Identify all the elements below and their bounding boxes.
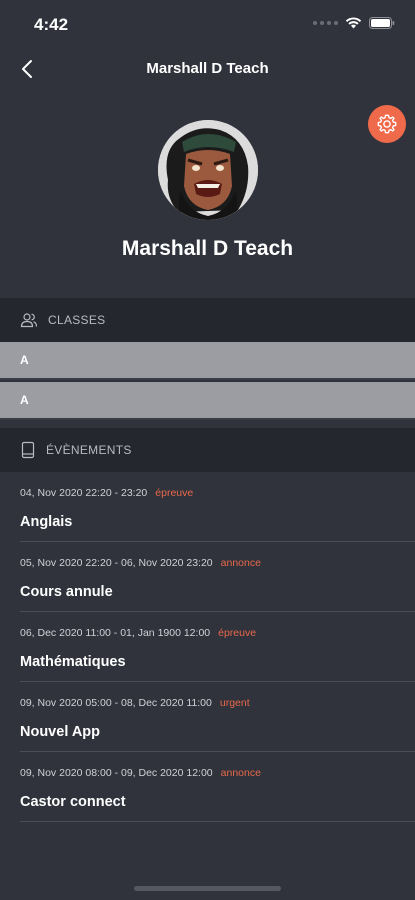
event-meta: 04, Nov 2020 22:20 - 23:20 épreuve [20,487,193,499]
cellular-dots-icon [313,21,338,25]
status-bar: 4:42 [0,0,415,50]
profile-screen: 4:42 Marshall D Teach Marshall D Teach C… [0,0,415,900]
class-item[interactable]: A [0,382,415,420]
event-date: 09, Nov 2020 08:00 - 09, Dec 2020 12:00 [20,767,213,779]
class-item-label: A [20,393,29,407]
events-section-header: ÉVÈNEMENTS [0,428,415,472]
event-item[interactable]: 05, Nov 2020 22:20 - 06, Nov 2020 23:20 a… [20,542,415,612]
users-icon [20,313,38,328]
wifi-icon [345,17,362,29]
event-title: Mathématiques [20,654,126,670]
classes-section-title: CLASSES [48,313,106,327]
event-tag: épreuve [155,487,194,499]
event-meta: 05, Nov 2020 22:20 - 06, Nov 2020 23:20 a… [20,557,261,569]
battery-icon [369,17,395,29]
profile-avatar [158,120,258,220]
event-tag: épreuve [218,627,257,639]
event-meta: 09, Nov 2020 05:00 - 08, Dec 2020 11:00 u… [20,697,250,709]
classes-section-header: CLASSES [0,298,415,342]
event-item[interactable]: 09, Nov 2020 05:00 - 08, Dec 2020 11:00 u… [20,682,415,752]
event-item[interactable]: 04, Nov 2020 22:20 - 23:20 épreuve Anglai… [20,472,415,542]
events-list: 04, Nov 2020 22:20 - 23:20 épreuve Anglai… [0,472,415,822]
nav-bar: Marshall D Teach [0,50,415,90]
event-title: Castor connect [20,794,126,810]
event-date: 06, Dec 2020 11:00 - 01, Jan 1900 12:00 [20,627,211,639]
event-title: Cours annule [20,584,113,600]
home-indicator[interactable] [134,886,281,891]
event-tag: urgent [219,697,250,709]
event-date: 05, Nov 2020 22:20 - 06, Nov 2020 23:20 [20,557,213,569]
event-meta: 06, Dec 2020 11:00 - 01, Jan 1900 12:00 é… [20,627,256,639]
nav-title: Marshall D Teach [146,60,269,77]
event-item[interactable]: 09, Nov 2020 08:00 - 09, Dec 2020 12:00 a… [20,752,415,822]
settings-button[interactable] [368,105,406,143]
class-item-label: A [20,353,29,367]
event-tag: annonce [220,557,261,569]
event-item[interactable]: 06, Dec 2020 11:00 - 01, Jan 1900 12:00 é… [20,612,415,682]
event-date: 04, Nov 2020 22:20 - 23:20 [20,487,148,499]
class-item[interactable]: A [0,342,415,380]
profile-name: Marshall D Teach [121,237,294,260]
event-meta: 09, Nov 2020 08:00 - 09, Dec 2020 12:00 a… [20,767,261,779]
status-time: 4:42 [34,15,69,34]
event-title: Anglais [20,514,73,530]
book-icon [21,441,35,459]
events-section-title: ÉVÈNEMENTS [46,443,132,457]
gear-icon [377,114,397,134]
event-title: Nouvel App [20,724,101,740]
event-date: 09, Nov 2020 05:00 - 08, Dec 2020 11:00 [20,697,212,709]
event-tag: annonce [220,767,261,779]
status-icons [313,17,395,29]
